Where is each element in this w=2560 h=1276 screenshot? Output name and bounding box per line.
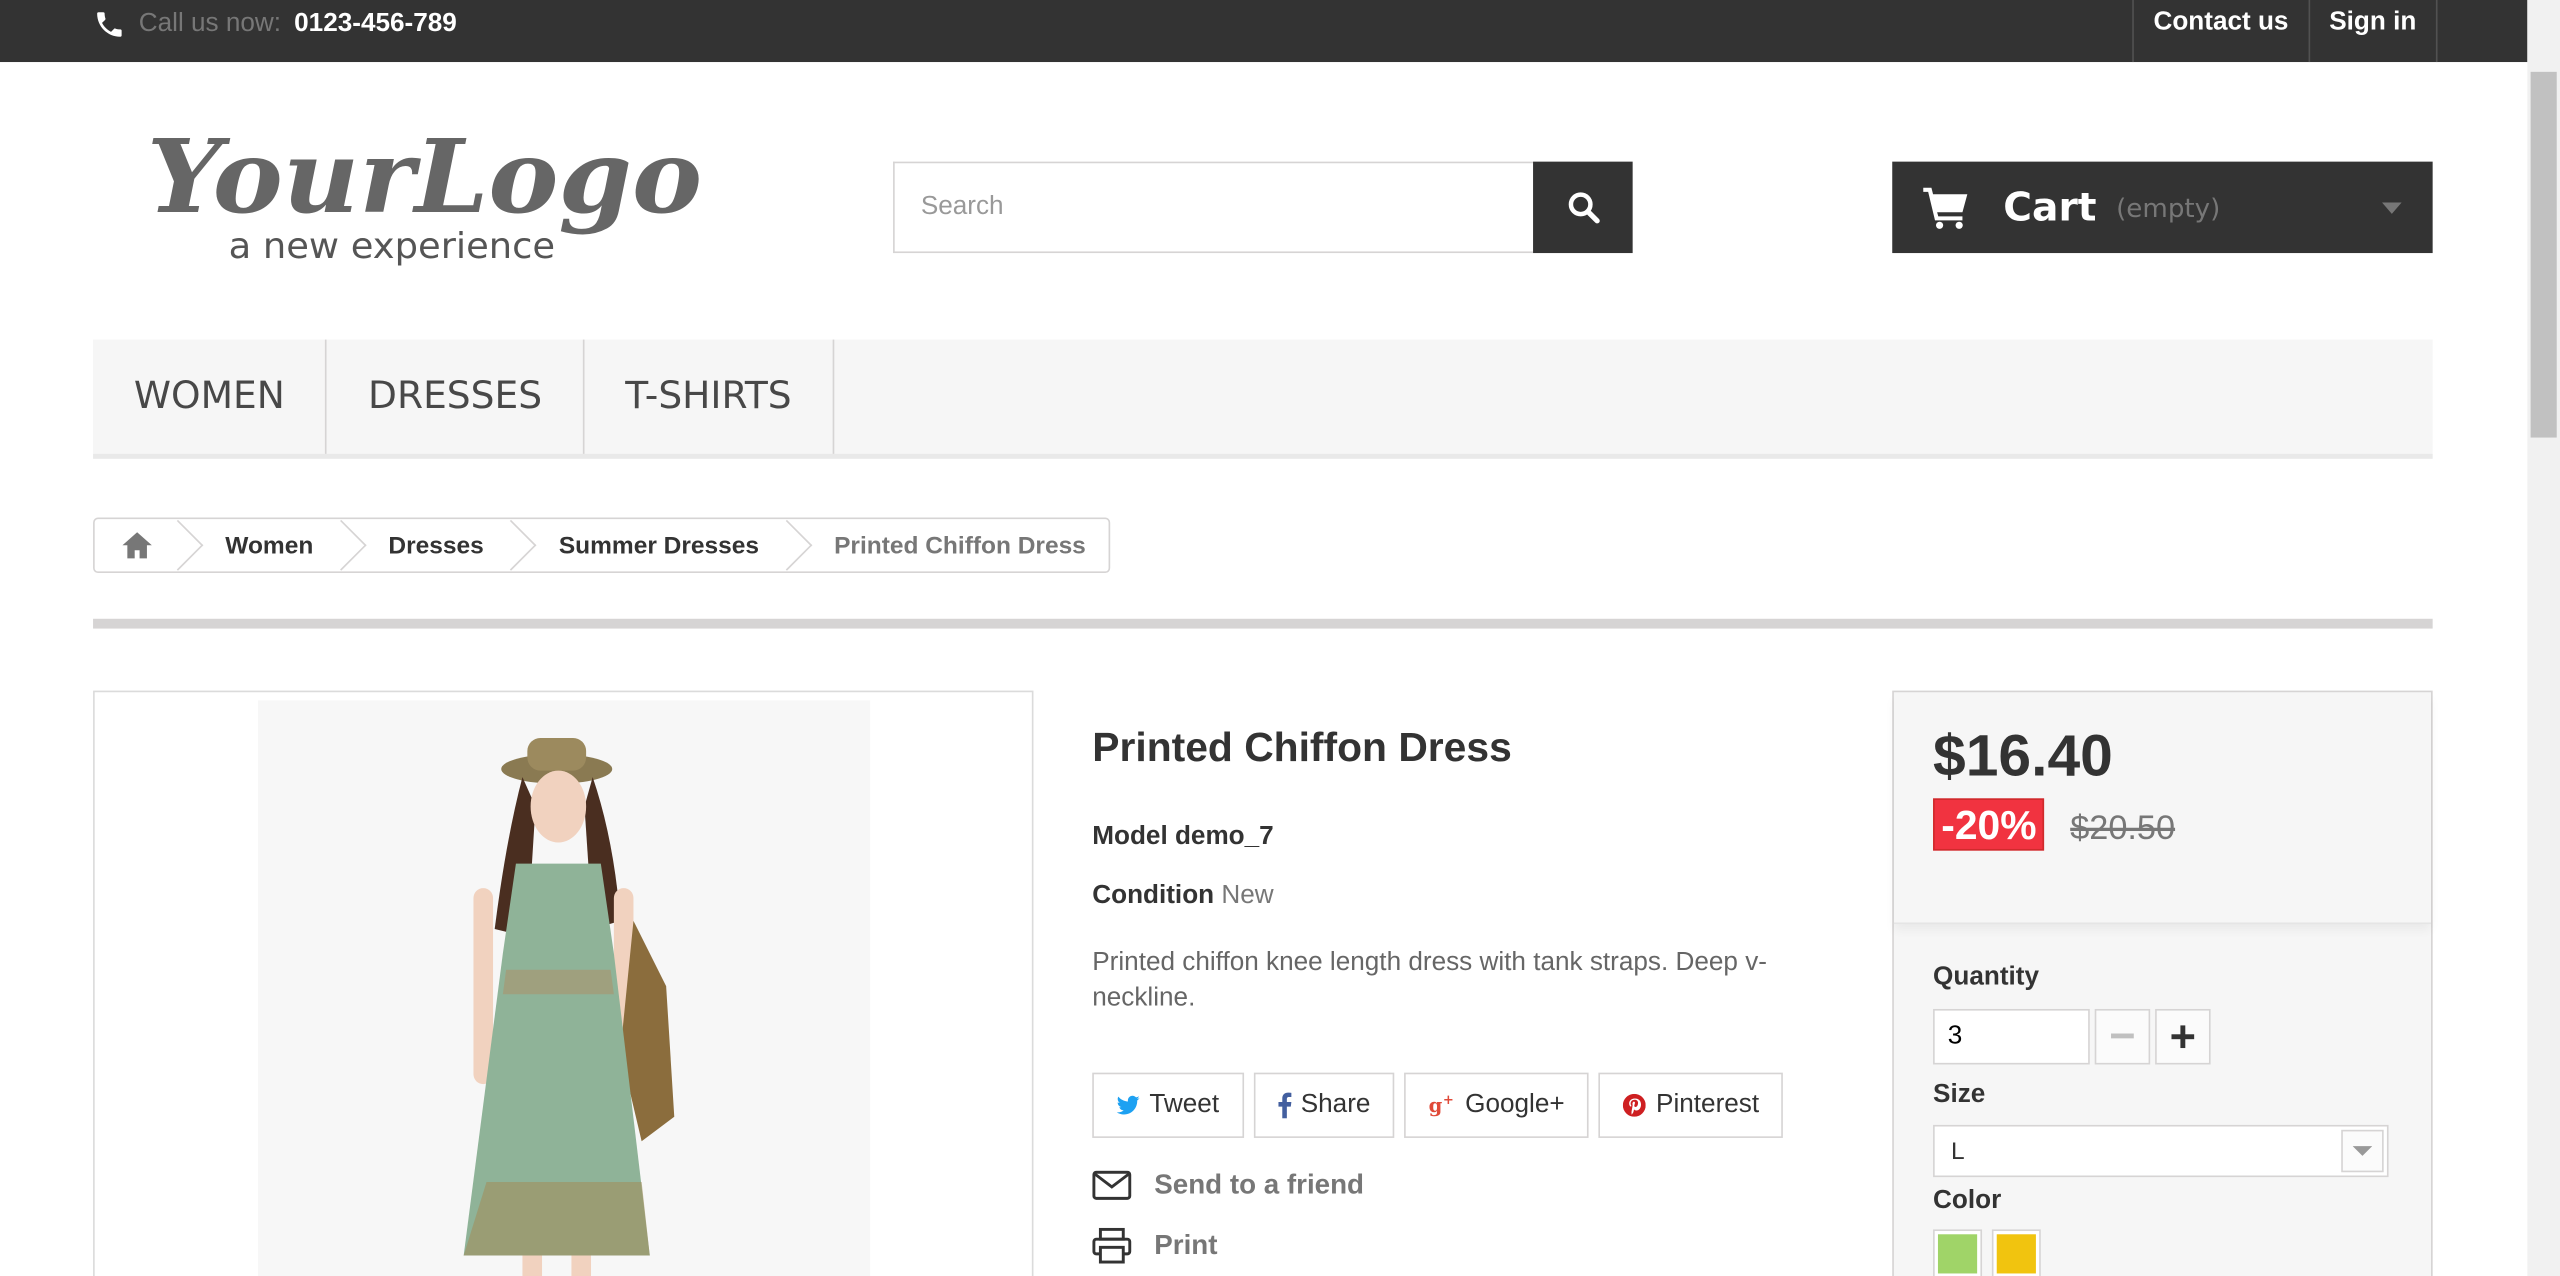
product-title: Printed Chiffon Dress <box>1092 724 1512 771</box>
print-label: Print <box>1154 1229 1218 1261</box>
tweet-label: Tweet <box>1149 1090 1220 1119</box>
quantity-decrease-button[interactable] <box>2094 1008 2151 1065</box>
main-menu: WOMEN DRESSES T-SHIRTS <box>93 339 2433 459</box>
product-price: $16.40 <box>1933 721 2113 789</box>
condition-label: Condition <box>1092 881 1215 910</box>
google-plus-label: Google+ <box>1465 1090 1565 1119</box>
product-condition: Condition New <box>1092 882 1273 911</box>
search-bar <box>893 161 1633 254</box>
product-model: Model demo_7 <box>1092 822 1274 851</box>
menu-item-dresses[interactable]: DRESSES <box>327 339 585 454</box>
envelope-icon <box>1092 1170 1132 1200</box>
product-photo <box>257 700 871 1276</box>
pinterest-button[interactable]: Pinterest <box>1598 1072 1784 1138</box>
google-plus-button[interactable]: g + Google+ <box>1404 1072 1590 1138</box>
product-image[interactable] <box>93 690 1034 1276</box>
size-select[interactable]: L <box>1933 1124 2389 1178</box>
twitter-icon <box>1116 1095 1140 1115</box>
top-links: Contact us Sign in <box>2132 0 2438 63</box>
product-description: Printed chiffon knee length dress with t… <box>1092 948 1767 1013</box>
breadcrumb-dresses[interactable]: Dresses <box>343 519 513 571</box>
discount-badge: -20% <box>1933 798 2045 851</box>
color-swatch-yellow[interactable] <box>1991 1229 2041 1276</box>
quantity-increase-button[interactable] <box>2155 1008 2211 1065</box>
content-divider <box>93 618 2433 629</box>
cart-button[interactable]: Cart (empty) <box>1892 161 2433 254</box>
svg-text:YourLogo: YourLogo <box>147 117 702 236</box>
search-icon <box>1567 192 1599 224</box>
cart-status: (empty) <box>2116 191 2221 223</box>
search-button[interactable] <box>1533 161 1633 254</box>
send-to-friend-label: Send to a friend <box>1154 1168 1365 1200</box>
search-input[interactable] <box>893 161 1534 254</box>
svg-text:+: + <box>1444 1093 1455 1108</box>
phone-number: 0123-456-789 <box>294 9 457 38</box>
cart-icon <box>1923 187 1968 229</box>
home-icon <box>122 532 152 559</box>
breadcrumb: Women Dresses Summer Dresses Printed Chi… <box>93 517 1111 574</box>
share-label: Share <box>1300 1090 1371 1119</box>
chevron-down-icon <box>2352 1146 2373 1156</box>
condition-value: New <box>1221 881 1274 910</box>
send-to-friend-link[interactable]: Send to a friend <box>1092 1169 1364 1202</box>
breadcrumb-current: Printed Chiffon Dress <box>834 531 1086 560</box>
phone-prefix: Call us now: <box>138 9 282 38</box>
size-label: Size <box>1933 1080 1986 1109</box>
quantity-input[interactable] <box>1933 1008 2090 1065</box>
menu-item-tshirts[interactable]: T-SHIRTS <box>584 339 835 454</box>
minus-icon <box>2111 1033 2134 1039</box>
svg-text:a new experience: a new experience <box>229 226 556 267</box>
site-logo[interactable]: YourLogo a new experience <box>144 101 715 281</box>
color-swatch-green[interactable] <box>1933 1229 1983 1276</box>
chevron-down-icon <box>2382 202 2402 214</box>
facebook-icon <box>1277 1092 1291 1119</box>
swatch-fill-yellow <box>1996 1234 2036 1274</box>
contact-us-link[interactable]: Contact us <box>2132 0 2308 63</box>
pinterest-icon <box>1623 1093 1647 1117</box>
page-scrollbar[interactable] <box>2527 0 2560 1276</box>
quantity-label: Quantity <box>1933 963 2040 992</box>
old-price: $20.50 <box>2070 809 2176 848</box>
menu-item-women[interactable]: WOMEN <box>93 339 328 454</box>
phone-icon <box>97 12 122 37</box>
pinterest-label: Pinterest <box>1656 1090 1760 1119</box>
buy-box: $16.40 -20% $20.50 Quantity Size L Color <box>1892 690 2433 1276</box>
sign-in-link[interactable]: Sign in <box>2308 0 2438 63</box>
breadcrumb-home[interactable] <box>95 519 180 571</box>
phone-info: Call us now: 0123-456-789 <box>93 0 457 49</box>
share-button[interactable]: Share <box>1253 1072 1395 1138</box>
social-buttons: Tweet Share g + Google+ Pinterest <box>1092 1072 1784 1138</box>
color-label: Color <box>1933 1186 2002 1215</box>
top-bar: Call us now: 0123-456-789 Contact us Sig… <box>0 0 2528 63</box>
select-caret <box>2341 1129 2384 1173</box>
swatch-fill-green <box>1937 1234 1978 1274</box>
printer-icon <box>1092 1227 1132 1264</box>
breadcrumb-summer-dresses[interactable]: Summer Dresses <box>513 519 788 571</box>
google-plus-icon: g + <box>1429 1093 1455 1117</box>
cart-label: Cart <box>2003 184 2097 231</box>
plus-icon <box>2171 1025 2195 1049</box>
print-link[interactable]: Print <box>1092 1227 1218 1264</box>
svg-text:g: g <box>1429 1094 1443 1117</box>
breadcrumb-women[interactable]: Women <box>180 519 343 571</box>
scrollbar-thumb[interactable] <box>2530 71 2557 438</box>
size-value: L <box>1951 1137 1965 1165</box>
tweet-button[interactable]: Tweet <box>1092 1072 1244 1138</box>
